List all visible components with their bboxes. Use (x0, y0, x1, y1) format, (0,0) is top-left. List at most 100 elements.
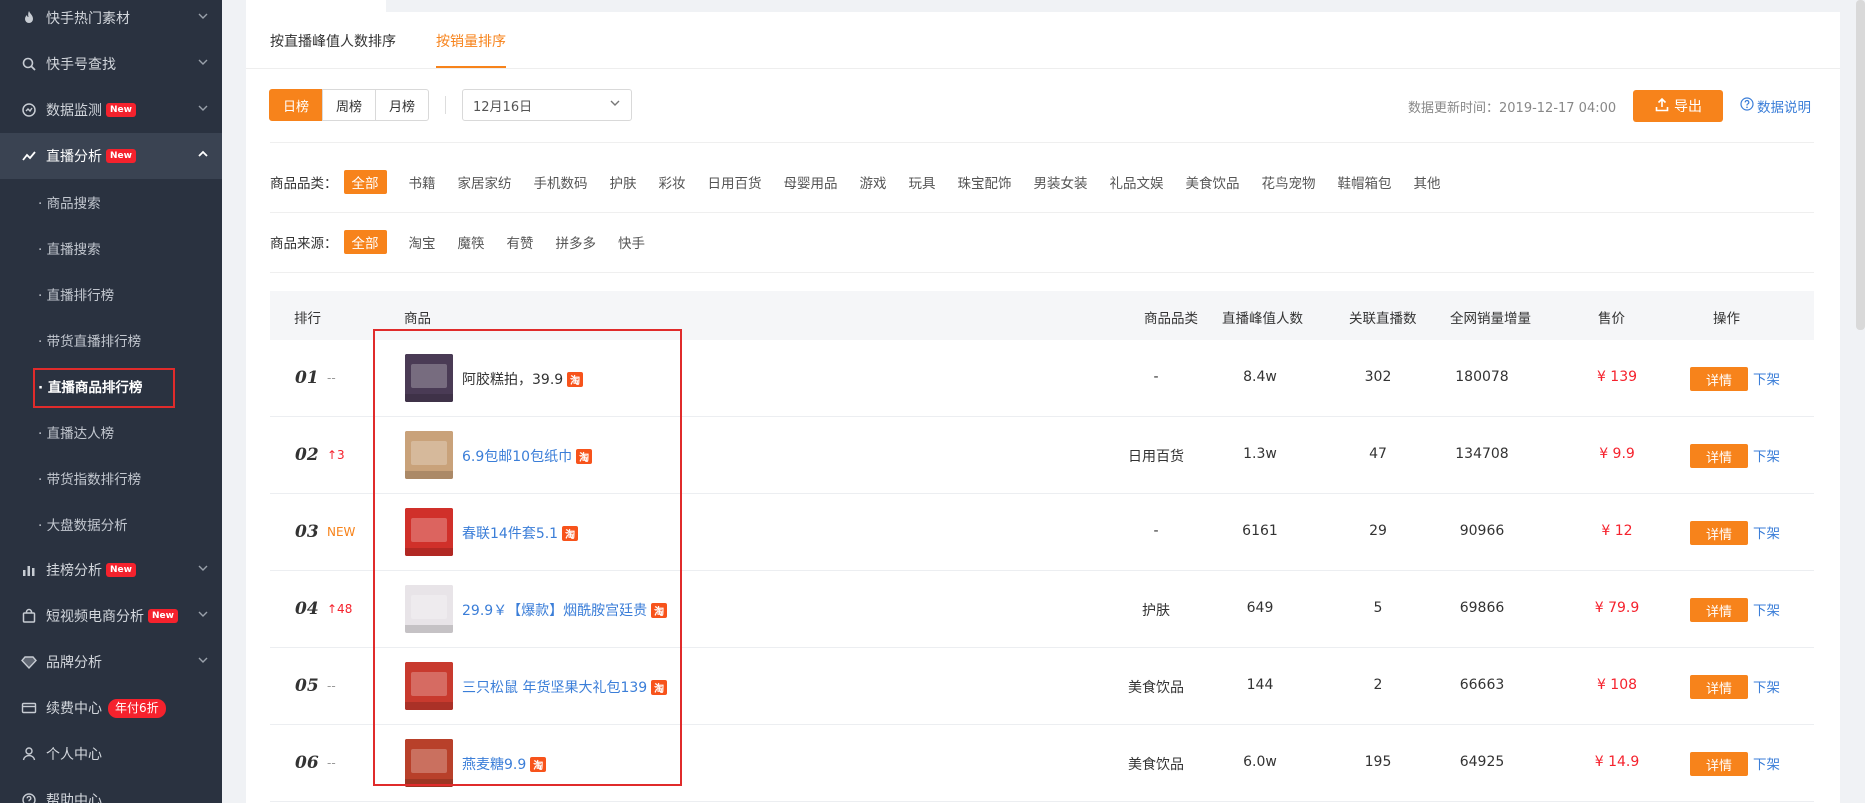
question-circle-icon (1740, 97, 1754, 115)
sidebar-item-4[interactable]: 挂榜分析 New (0, 547, 222, 593)
detail-button[interactable]: 详情 (1690, 444, 1748, 468)
detail-button[interactable]: 详情 (1690, 598, 1748, 622)
chevron-down-icon[interactable] (196, 561, 210, 575)
sidebar-item-1[interactable]: 快手号查找 (0, 41, 222, 87)
category-filter-option-8[interactable]: 游戏 (860, 172, 887, 192)
sort-tabs: 按直播峰值人数排序 按销量排序 (270, 22, 506, 68)
cell-peak: 649 (1246, 600, 1274, 616)
chevron-down-icon[interactable] (196, 607, 210, 621)
period-day-button[interactable]: 日榜 (269, 89, 324, 121)
product-thumbnail[interactable] (405, 431, 453, 479)
source-filter-option-5[interactable]: 快手 (618, 232, 645, 252)
sidebar-sub-item-6[interactable]: · 带货指数排行榜 (0, 455, 222, 501)
category-filter-option-13[interactable]: 美食饮品 (1186, 172, 1240, 192)
sidebar-sub-item-0[interactable]: · 商品搜索 (0, 179, 222, 225)
divider (270, 212, 1814, 213)
sidebar-sub-item-3[interactable]: · 带货直播排行榜 (0, 317, 222, 363)
scrollbar[interactable] (1856, 0, 1865, 330)
source-filter-option-2[interactable]: 魔筷 (458, 232, 485, 252)
detail-button[interactable]: 详情 (1690, 752, 1748, 776)
sidebar-item-label: 快手热门素材 (46, 11, 130, 27)
sidebar-item-9[interactable]: 帮助中心 (0, 777, 222, 803)
product-thumbnail[interactable] (405, 508, 453, 556)
sidebar-item-5[interactable]: 短视频电商分析 New (0, 593, 222, 639)
category-filter-option-1[interactable]: 书籍 (409, 172, 436, 192)
category-filter-option-14[interactable]: 花鸟宠物 (1262, 172, 1316, 192)
cell-price: ¥ 79.9 (1594, 600, 1640, 616)
detail-button[interactable]: 详情 (1690, 675, 1748, 699)
offline-link[interactable]: 下架 (1753, 599, 1780, 619)
export-button[interactable]: 导出 (1633, 90, 1723, 122)
category-filter-option-3[interactable]: 手机数码 (534, 172, 588, 192)
product-name: 阿胶糕拍，39.9 (462, 372, 564, 388)
category-filter-option-10[interactable]: 珠宝配饰 (958, 172, 1012, 192)
cell-lives: 47 (1369, 446, 1387, 462)
offline-link[interactable]: 下架 (1753, 445, 1780, 465)
product-thumbnail[interactable] (405, 662, 453, 710)
tab-sort-peak[interactable]: 按直播峰值人数排序 (270, 22, 396, 68)
offline-link[interactable]: 下架 (1753, 676, 1780, 696)
category-filter-option-9[interactable]: 玩具 (909, 172, 936, 192)
category-filter-option-4[interactable]: 护肤 (610, 172, 637, 192)
offline-link[interactable]: 下架 (1753, 753, 1780, 773)
date-select[interactable]: 12月16日 (462, 89, 632, 121)
chevron-down-icon (609, 97, 621, 113)
sidebar-item-2[interactable]: 数据监测 New (0, 87, 222, 133)
product-name-link[interactable]: 29.9￥【爆款】烟酰胺宫廷贵淘 (462, 600, 668, 620)
category-filter-option-15[interactable]: 鞋帽箱包 (1338, 172, 1392, 192)
period-month-button[interactable]: 月榜 (375, 89, 430, 121)
category-filter-option-11[interactable]: 男装女装 (1034, 172, 1088, 192)
sidebar-item-label: 直播分析 (46, 149, 102, 165)
product-name-link[interactable]: 三只松鼠 年货坚果大礼包139 淘 (462, 677, 668, 697)
category-filter-option-2[interactable]: 家居家纺 (458, 172, 512, 192)
sidebar-item-8[interactable]: 个人中心 (0, 731, 222, 777)
sidebar-item-3[interactable]: 直播分析 New (0, 133, 222, 179)
category-filter-option-5[interactable]: 彩妆 (659, 172, 686, 192)
product-name-link[interactable]: 春联14件套5.1 淘 (462, 523, 579, 543)
table-row: 06 -- 燕麦糖9.9 淘 美食饮品 6.0w 195 64925 ¥ 14.9 详情 下架 (270, 725, 1814, 802)
th-price: 售价 (1598, 311, 1625, 327)
chevron-down-icon[interactable] (196, 9, 210, 23)
sidebar-item-0[interactable]: 快手热门素材 (0, 0, 222, 41)
rank-trend: ↑3 (327, 448, 345, 462)
offline-link[interactable]: 下架 (1753, 522, 1780, 542)
sidebar-sub-item-1[interactable]: · 直播搜索 (0, 225, 222, 271)
period-week-button[interactable]: 周榜 (322, 89, 377, 121)
sidebar-item-7[interactable]: 续费中心 年付6折 (0, 685, 222, 731)
tab-sort-sales[interactable]: 按销量排序 (436, 22, 506, 68)
table-row: 03 NEW 春联14件套5.1 淘 - 6161 29 90966 ¥ 12 详情 下架 (270, 494, 1814, 571)
category-filter-option-0[interactable]: 全部 (343, 170, 387, 194)
data-note-link[interactable]: 数据说明 (1740, 96, 1811, 116)
source-filter-option-3[interactable]: 有赞 (507, 232, 534, 252)
category-filter-option-7[interactable]: 母婴用品 (784, 172, 838, 192)
chevron-up-icon[interactable] (196, 147, 210, 161)
sidebar-sub-item-5[interactable]: · 直播达人榜 (0, 409, 222, 455)
chevron-down-icon[interactable] (196, 55, 210, 69)
offline-link[interactable]: 下架 (1753, 368, 1780, 388)
detail-button[interactable]: 详情 (1690, 367, 1748, 391)
source-filter-option-0[interactable]: 全部 (343, 230, 387, 254)
new-badge: New (106, 563, 136, 577)
source-filter-option-4[interactable]: 拼多多 (556, 232, 597, 252)
product-thumbnail[interactable] (405, 354, 453, 402)
category-filter-option-6[interactable]: 日用百货 (708, 172, 762, 192)
chevron-down-icon[interactable] (196, 101, 210, 115)
product-name-link[interactable]: 阿胶糕拍，39.9 淘 (462, 369, 584, 389)
source-filter-option-1[interactable]: 淘宝 (409, 232, 436, 252)
category-filter-option-12[interactable]: 礼品文娱 (1110, 172, 1164, 192)
category-filter-option-16[interactable]: 其他 (1414, 172, 1441, 192)
sidebar-sub-item-7[interactable]: · 大盘数据分析 (0, 501, 222, 547)
sidebar-item-6[interactable]: 品牌分析 (0, 639, 222, 685)
product-name-link[interactable]: 燕麦糖9.9 淘 (462, 754, 547, 774)
shopping-bag-icon (20, 607, 38, 625)
product-name-link[interactable]: 6.9包邮10包纸巾淘 (462, 446, 593, 466)
product-thumbnail[interactable] (405, 739, 453, 787)
cell-lives: 195 (1364, 754, 1392, 770)
product-thumbnail[interactable] (405, 585, 453, 633)
chevron-down-icon[interactable] (196, 653, 210, 667)
detail-button[interactable]: 详情 (1690, 521, 1748, 545)
cell-category: - (1153, 523, 1159, 539)
sidebar-sub-item-2[interactable]: · 直播排行榜 (0, 271, 222, 317)
sidebar-item-label: 快手号查找 (46, 57, 116, 73)
th-category: 商品品类 (1144, 311, 1198, 327)
